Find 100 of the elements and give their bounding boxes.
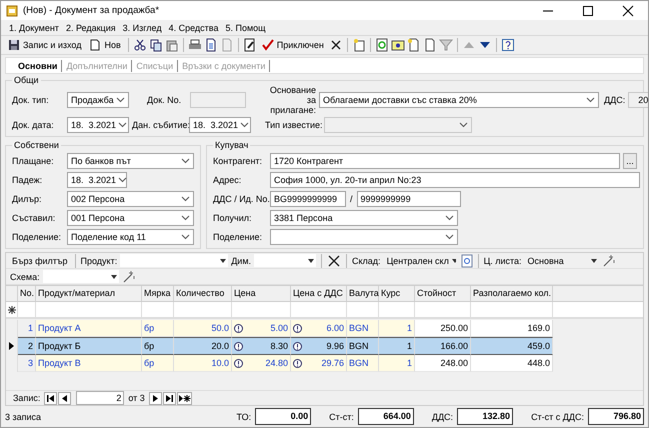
cell-value: 9.96 bbox=[326, 340, 344, 353]
column-header[interactable]: Разполагаемо кол. bbox=[471, 286, 553, 301]
dropdown[interactable]: 3381 Персона bbox=[270, 210, 458, 226]
document-icon[interactable] bbox=[204, 38, 218, 52]
dropdown[interactable] bbox=[270, 228, 458, 244]
total-field: 132.80 bbox=[457, 408, 514, 425]
close-icon[interactable] bbox=[328, 38, 343, 52]
vat-rate-field[interactable]: 20 bbox=[628, 92, 648, 108]
info-icon[interactable] bbox=[293, 324, 302, 332]
info-icon[interactable] bbox=[234, 324, 243, 332]
save-exit-button[interactable]: Запис и изход bbox=[5, 37, 84, 53]
dropdown-arrow-icon bbox=[452, 258, 456, 262]
cell-value: 5.00 bbox=[270, 322, 288, 335]
document-icon[interactable] bbox=[406, 38, 421, 52]
table-cell: 10.0 bbox=[174, 355, 232, 372]
quick-filter-button[interactable]: Бърз филтър bbox=[10, 256, 70, 266]
dropdown[interactable]: Поделение код 11 bbox=[67, 228, 194, 244]
column-header[interactable]: Количество bbox=[174, 286, 232, 301]
copy-icon[interactable] bbox=[148, 38, 163, 52]
menu-item[interactable]: 1. Документ bbox=[9, 22, 59, 32]
table-cell: 2 bbox=[18, 337, 36, 355]
table-cell: 50.0 bbox=[174, 320, 232, 337]
info-icon[interactable] bbox=[234, 342, 243, 350]
vat-number-field[interactable]: BG9999999999 bbox=[270, 190, 346, 206]
address-field[interactable]: София 1000, ул. 20-ти април No:23 bbox=[270, 172, 640, 188]
dropdown[interactable]: 002 Персона bbox=[67, 190, 194, 206]
menu-item[interactable]: 2. Редакция bbox=[66, 22, 116, 32]
column-header[interactable]: Цена с ДДС bbox=[291, 286, 347, 301]
price-list-dropdown[interactable]: Основна bbox=[524, 254, 599, 267]
doc-number-field[interactable] bbox=[190, 92, 246, 108]
menu-item[interactable]: 4. Средства bbox=[168, 22, 218, 32]
date-picker[interactable]: 18. 3.2021 bbox=[67, 117, 129, 133]
field-label: Док. тип: bbox=[12, 95, 50, 105]
field-label: Схема: bbox=[10, 272, 40, 282]
table-cell: бр bbox=[142, 337, 174, 355]
menu-item[interactable]: 3. Изглед bbox=[122, 22, 162, 32]
document-icon[interactable] bbox=[422, 38, 437, 52]
field-label: Поделение: bbox=[213, 232, 263, 242]
table-cell: 1 bbox=[18, 320, 36, 337]
wand-icon[interactable] bbox=[122, 270, 136, 284]
table-cell: BGN bbox=[347, 320, 379, 337]
current-row-icon bbox=[9, 342, 14, 350]
record-count: 3 записа bbox=[5, 412, 42, 422]
tab[interactable]: Основни bbox=[14, 60, 62, 70]
table-cell: 166.00 bbox=[415, 337, 471, 355]
date-picker[interactable]: 18. 3.2021 bbox=[189, 117, 251, 133]
table-row[interactable]: 3 Продукт В бр 10.0 24.80 29.76 BGN 1 248.00 448.0 bbox=[6, 355, 643, 372]
window-title: (Нов) - Документ за продажба* bbox=[23, 5, 160, 16]
document-icon[interactable] bbox=[352, 38, 366, 52]
column-header[interactable]: Цена bbox=[232, 286, 291, 301]
table-cell: бр bbox=[142, 320, 174, 337]
info-icon[interactable] bbox=[293, 358, 302, 368]
scissors-icon[interactable] bbox=[132, 38, 147, 52]
field-label: Контрагент: bbox=[213, 156, 264, 166]
first-record-icon[interactable] bbox=[44, 392, 58, 404]
new-button[interactable]: Нов bbox=[86, 37, 124, 53]
warehouse-dropdown[interactable]: Централен скл bbox=[384, 254, 458, 267]
date-picker[interactable]: 18. 3.2021 bbox=[67, 172, 127, 188]
help-icon[interactable] bbox=[500, 38, 515, 52]
printer-icon[interactable] bbox=[188, 38, 202, 52]
browse-button[interactable]: ... bbox=[623, 152, 637, 168]
record-count: от 3 bbox=[128, 393, 145, 403]
info-icon[interactable] bbox=[293, 342, 302, 350]
last-record-icon[interactable] bbox=[162, 392, 176, 404]
column-header[interactable]: Мярка bbox=[142, 286, 174, 301]
doc-type-dropdown[interactable]: Продажба bbox=[67, 92, 129, 108]
field-label: Продукт: bbox=[80, 256, 118, 266]
dropdown[interactable]: По банков път bbox=[67, 152, 194, 168]
next-record-icon[interactable] bbox=[148, 392, 162, 404]
dropdown-arrow-icon bbox=[308, 258, 314, 262]
window-icon[interactable] bbox=[390, 38, 405, 52]
id-number-field[interactable]: 9999999999 bbox=[356, 190, 461, 206]
column-header[interactable]: Курс bbox=[379, 286, 415, 301]
total-label: ТО: bbox=[236, 412, 252, 422]
table-row[interactable]: 2 Продукт Б бр 20.0 8.30 9.96 BGN 1 166.00 459.0 bbox=[6, 337, 643, 355]
column-header[interactable]: Стойност bbox=[415, 286, 471, 301]
column-header[interactable]: Продукт/материал bbox=[36, 286, 142, 301]
contractor-field[interactable]: 1720 Контрагент bbox=[270, 152, 620, 168]
dropdown[interactable]: 001 Персона bbox=[67, 210, 194, 226]
edit-icon[interactable] bbox=[242, 38, 257, 52]
cell-value: 29.76 bbox=[321, 357, 344, 370]
table-cell: 248.00 bbox=[415, 355, 471, 372]
column-header[interactable]: No. bbox=[18, 286, 36, 301]
field-label: Съставил: bbox=[12, 212, 56, 222]
close-icon[interactable] bbox=[327, 254, 342, 268]
total-label: Ст-ст: bbox=[329, 412, 354, 422]
dropdown-value: Централен скл bbox=[386, 256, 449, 266]
table-cell: 3 bbox=[18, 355, 36, 372]
info-icon[interactable] bbox=[234, 358, 243, 368]
column-header[interactable]: Валута bbox=[347, 286, 379, 301]
record-number-field[interactable]: 2 bbox=[76, 391, 124, 405]
new-record-icon[interactable] bbox=[176, 392, 192, 404]
table-row[interactable]: 1 Продукт А бр 50.0 5.00 6.00 BGN 1 250.00 169.0 bbox=[6, 320, 643, 337]
basis-dropdown[interactable]: Облагаеми доставки със ставка 20% bbox=[319, 92, 599, 108]
finish-button[interactable]: Приключен bbox=[258, 37, 327, 53]
paste-icon[interactable] bbox=[164, 38, 179, 52]
previous-record-icon[interactable] bbox=[58, 392, 72, 404]
wand-icon[interactable] bbox=[602, 254, 616, 268]
checkmark-icon bbox=[262, 39, 274, 51]
menu-item[interactable]: 5. Помощ bbox=[226, 22, 266, 32]
